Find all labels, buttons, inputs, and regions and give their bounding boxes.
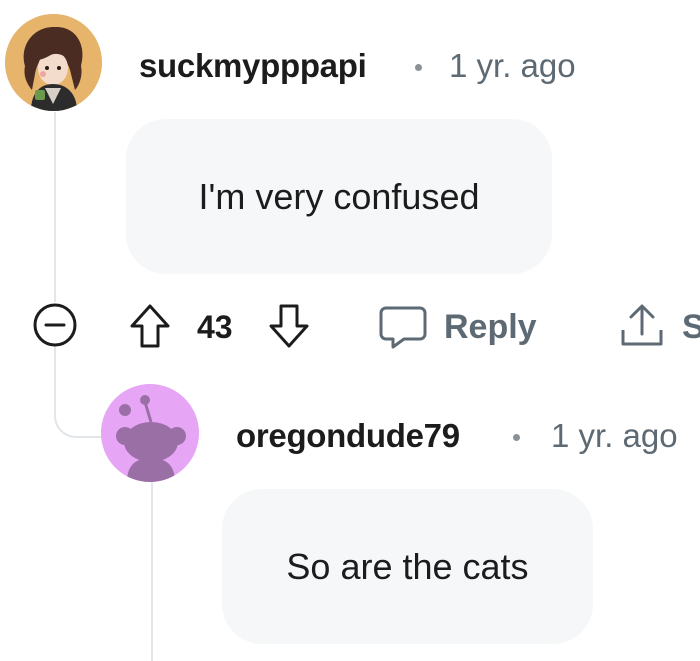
comment-text: So are the cats bbox=[286, 545, 529, 587]
comment-body: So are the cats bbox=[222, 489, 593, 644]
vote-score: 43 bbox=[197, 309, 233, 345]
username[interactable]: suckmypppapi bbox=[139, 47, 367, 85]
thread-line-reply[interactable] bbox=[151, 482, 153, 661]
comment-text: I'm very confused bbox=[198, 175, 480, 217]
separator-dot bbox=[415, 64, 422, 71]
arrow-up-icon bbox=[130, 304, 170, 348]
comment-thread: suckmypppapi 1 yr. ago I'm very confused… bbox=[0, 0, 700, 661]
thread-branch-connector bbox=[54, 392, 102, 438]
reply-button[interactable]: Reply bbox=[374, 298, 544, 354]
separator-dot bbox=[513, 434, 520, 441]
comment-body: I'm very confused bbox=[126, 119, 552, 274]
avatar[interactable] bbox=[5, 14, 102, 111]
share-icon bbox=[621, 304, 663, 346]
snoo-default-avatar-icon bbox=[101, 384, 199, 482]
collapse-button[interactable] bbox=[29, 301, 81, 349]
share-label: S bbox=[682, 308, 700, 346]
timestamp[interactable]: 1 yr. ago bbox=[551, 417, 678, 455]
username[interactable]: oregondude79 bbox=[236, 417, 460, 455]
minus-circle-icon bbox=[33, 303, 77, 347]
avatar[interactable] bbox=[101, 384, 199, 482]
downvote-button[interactable] bbox=[264, 302, 314, 350]
comment-bubble-icon bbox=[379, 306, 427, 349]
timestamp[interactable]: 1 yr. ago bbox=[449, 47, 576, 85]
reply-label: Reply bbox=[444, 308, 537, 346]
share-button[interactable]: S bbox=[615, 298, 700, 354]
arrow-down-icon bbox=[269, 304, 309, 348]
upvote-button[interactable] bbox=[125, 302, 175, 350]
user-avatar-illustration-icon bbox=[5, 14, 102, 111]
thread-line-main[interactable] bbox=[54, 112, 56, 302]
